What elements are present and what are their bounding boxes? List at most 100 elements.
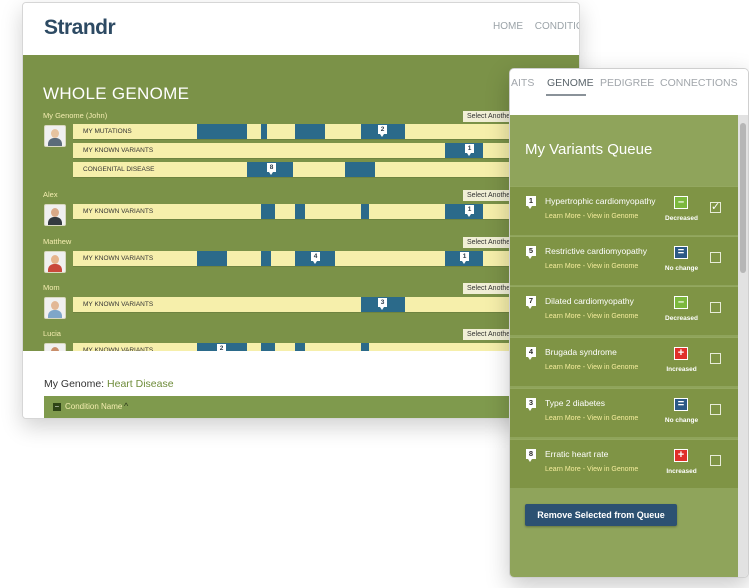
risk-status-label: No change [664, 265, 699, 272]
select-checkbox[interactable] [710, 252, 721, 263]
variant-count-badge[interactable]: 8 [267, 163, 276, 175]
variant-count-badge[interactable]: 1 [460, 252, 469, 264]
remove-selected-button[interactable]: Remove Selected from Queue [525, 504, 677, 526]
variant-segment[interactable] [445, 143, 483, 158]
collapse-icon[interactable]: – [53, 403, 61, 411]
condition-name[interactable]: Dilated cardiomyopathy [545, 296, 634, 306]
variant-segment[interactable] [261, 204, 275, 219]
condition-table-header: – Condition Name ^ [44, 396, 564, 418]
risk-status-label: Increased [666, 366, 697, 373]
variant-count-badge[interactable]: 3 [378, 298, 387, 310]
avatar-body [48, 310, 62, 318]
learn-more-view-in-genome-links[interactable]: Learn More - View in Genome [545, 263, 638, 270]
tab-genome[interactable]: GENOME [547, 77, 594, 89]
condition-name[interactable]: Erratic heart rate [545, 449, 608, 459]
main-nav: HOME CONDITIONS [493, 21, 579, 32]
variant-segment[interactable] [445, 204, 483, 219]
increased-risk-icon: + [674, 449, 688, 462]
queue-item[interactable]: 8 Erratic heart rate Learn More - View i… [510, 439, 738, 488]
queue-scrollbar[interactable] [738, 115, 748, 577]
variant-number-badge: 1 [526, 196, 536, 209]
risk-status-label: Increased [666, 468, 697, 475]
avatar-body [48, 138, 62, 146]
avatar-head [51, 301, 59, 310]
nav-conditions-link[interactable]: CONDITIONS [535, 21, 579, 32]
condition-name[interactable]: Restrictive cardiomyopathy [545, 246, 647, 256]
strandr-logo[interactable]: Strandr [44, 16, 116, 40]
condition-name[interactable]: Type 2 diabetes [545, 398, 605, 408]
select-checkbox[interactable] [710, 302, 721, 313]
no-change-risk-icon: = [674, 246, 688, 259]
queue-body: My Variants Queue 1 Hypertrophic cardiom… [510, 115, 738, 577]
decreased-risk-icon: – [674, 296, 688, 309]
person-name-alex: Alex [43, 190, 58, 199]
select-checkbox[interactable] [710, 404, 721, 415]
queue-item[interactable]: 7 Dilated cardiomyopathy Learn More - Vi… [510, 286, 738, 335]
queue-item[interactable]: 5 Restrictive cardiomyopathy Learn More … [510, 236, 738, 285]
person-name-lucia: Lucia [43, 329, 61, 338]
select-checkbox[interactable] [710, 455, 721, 466]
tab-traits[interactable]: AITS [511, 77, 534, 89]
variant-count-badge[interactable]: 2 [378, 125, 387, 137]
avatar-head [51, 129, 59, 138]
select-checkbox[interactable] [710, 200, 721, 213]
selected-condition-label: Heart Disease [107, 378, 174, 390]
variant-segment[interactable] [197, 124, 247, 139]
queue-item[interactable]: 4 Brugada syndrome Learn More - View in … [510, 337, 738, 386]
nav-home-link[interactable]: HOME [493, 21, 523, 32]
avatar-mom[interactable] [44, 297, 66, 319]
learn-more-view-in-genome-links[interactable]: Learn More - View in Genome [545, 313, 638, 320]
scrollbar-thumb[interactable] [740, 123, 746, 273]
avatar-matthew[interactable] [44, 251, 66, 273]
learn-more-view-in-genome-links[interactable]: Learn More - View in Genome [545, 466, 638, 473]
tab-connections[interactable]: CONNECTIONS [660, 77, 738, 89]
variant-number-badge: 3 [526, 398, 536, 411]
track-label: MY KNOWN VARIANTS [83, 147, 154, 154]
whole-genome-section: WHOLE GENOME My Genome (John) Select Ano… [23, 55, 579, 365]
variant-segment[interactable] [361, 204, 369, 219]
learn-more-view-in-genome-links[interactable]: Learn More - View in Genome [545, 364, 638, 371]
variant-number-badge: 7 [526, 296, 536, 309]
learn-more-view-in-genome-links[interactable]: Learn More - View in Genome [545, 415, 638, 422]
variant-count-badge[interactable]: 4 [311, 252, 320, 264]
variant-number-badge: 5 [526, 246, 536, 259]
genome-owner-label: My Genome: [44, 378, 105, 390]
variant-segment[interactable] [295, 124, 325, 139]
track-known-variants-mom[interactable]: MY KNOWN VARIANTS 3 [73, 297, 543, 312]
variant-segment[interactable] [197, 251, 227, 266]
track-known-variants-alex[interactable]: MY KNOWN VARIANTS 1 [73, 204, 543, 219]
condition-list-section: My Genome: Heart Disease – Condition Nam… [23, 351, 579, 418]
queue-item[interactable]: 3 Type 2 diabetes Learn More - View in G… [510, 388, 738, 437]
risk-status-label: No change [664, 417, 699, 424]
avatar-head [51, 255, 59, 264]
tab-pedigree[interactable]: PEDIGREE [600, 77, 654, 89]
variant-count-badge[interactable]: 1 [465, 205, 474, 217]
avatar-alex[interactable] [44, 204, 66, 226]
person-name-matthew: Matthew [43, 237, 72, 246]
panel-tab-bar: AITS GENOME PEDIGREE CONNECTIONS [510, 69, 748, 115]
condition-name[interactable]: Hypertrophic cardiomyopathy [545, 196, 656, 206]
track-label: MY KNOWN VARIANTS [83, 208, 154, 215]
variant-segment[interactable] [261, 124, 267, 139]
select-checkbox[interactable] [710, 353, 721, 364]
track-my-mutations[interactable]: MY MUTATIONS 2 [73, 124, 543, 139]
track-known-variants-matthew[interactable]: MY KNOWN VARIANTS 4 1 [73, 251, 543, 266]
variant-segment[interactable] [295, 204, 305, 219]
top-navigation-bar: Strandr HOME CONDITIONS [23, 3, 579, 55]
learn-more-view-in-genome-links[interactable]: Learn More - View in Genome [545, 213, 638, 220]
avatar-john[interactable] [44, 125, 66, 147]
sort-caret-icon[interactable]: ^ [124, 401, 128, 411]
variant-segment[interactable] [345, 162, 375, 177]
track-known-variants-john[interactable]: MY KNOWN VARIANTS 1 [73, 143, 543, 158]
variant-count-badge[interactable]: 1 [465, 144, 474, 156]
decreased-risk-icon: – [674, 196, 688, 209]
whole-genome-title: WHOLE GENOME [43, 84, 190, 103]
variant-segment[interactable] [261, 251, 271, 266]
queue-item[interactable]: 1 Hypertrophic cardiomyopathy Learn More… [510, 186, 738, 235]
condition-name[interactable]: Brugada syndrome [545, 347, 617, 357]
increased-risk-icon: + [674, 347, 688, 360]
track-congenital-disease[interactable]: CONGENITAL DISEASE 8 [73, 162, 543, 177]
condition-name-column-header[interactable]: Condition Name [65, 402, 122, 411]
track-label: CONGENITAL DISEASE [83, 166, 155, 173]
track-label: MY MUTATIONS [83, 128, 132, 135]
